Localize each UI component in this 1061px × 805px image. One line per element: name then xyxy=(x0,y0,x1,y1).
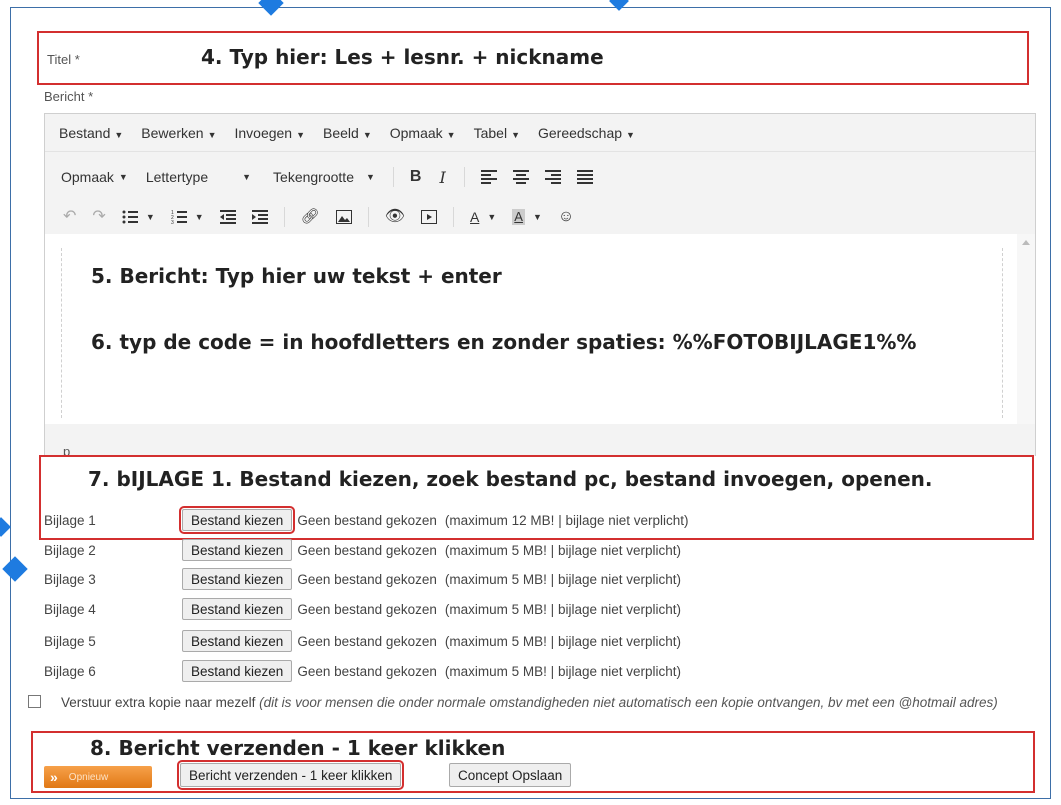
bestand-kiezen-button[interactable]: Bestand kiezen xyxy=(182,539,293,561)
text-color-dropdown-icon[interactable]: ▼ xyxy=(487,209,496,225)
text-color-icon[interactable]: A xyxy=(470,209,479,225)
file-note: (maximum 5 MB! | bijlage niet verplicht) xyxy=(444,571,682,587)
toolbar-separator xyxy=(463,167,465,187)
bestand-kiezen-button[interactable]: Bestand kiezen xyxy=(182,568,293,590)
bijlage-row: Bijlage 2 Bestand kiezen Geen bestand ge… xyxy=(44,539,681,561)
bestand-kiezen-button[interactable]: Bestand kiezen xyxy=(182,660,293,682)
file-status: Geen bestand gekozen xyxy=(297,601,437,617)
double-chevron-icon: » xyxy=(50,769,58,785)
bijlage-label: Bijlage 1 xyxy=(44,512,96,528)
content-border-left xyxy=(61,248,62,418)
file-note: (maximum 5 MB! | bijlage niet verplicht) xyxy=(444,542,682,558)
file-status: Geen bestand gekozen xyxy=(297,571,437,587)
italic-button[interactable]: I xyxy=(439,168,445,187)
link-icon[interactable]: 🔗︎ xyxy=(301,209,320,225)
bijlage-row: Bijlage 4 Bestand kiezen Geen bestand ge… xyxy=(44,598,681,620)
undo-icon[interactable]: ↶ xyxy=(63,209,76,225)
bijlage-label: Bijlage 6 xyxy=(44,663,96,679)
bijlage-row: Bijlage 1 Bestand kiezen Geen bestand ge… xyxy=(44,506,689,534)
menu-opmaak[interactable]: Opmaak ▼ xyxy=(390,125,456,141)
kopie-note: (dit is voor mensen die onder normale om… xyxy=(259,695,998,710)
svg-text:3: 3 xyxy=(171,220,174,224)
outdent-icon[interactable] xyxy=(219,210,236,224)
file-status: Geen bestand gekozen xyxy=(297,633,437,649)
opnieuw-button[interactable]: » Opnieuw xyxy=(44,766,152,788)
toolbar-separator xyxy=(283,207,285,227)
toolbar-separator xyxy=(392,167,394,187)
bijlage-annotation: 7. bIJLAGE 1. Bestand kiezen, zoek besta… xyxy=(88,467,933,491)
format-dropdown[interactable]: Opmaak ▼ xyxy=(61,169,128,185)
menu-bewerken[interactable]: Bewerken ▼ xyxy=(141,125,216,141)
menu-invoegen[interactable]: Invoegen ▼ xyxy=(234,125,305,141)
preview-eye-icon[interactable]: 👁︎ xyxy=(385,209,405,225)
menu-gereedschap[interactable]: Gereedschap ▼ xyxy=(538,125,635,141)
verzenden-annotation: 8. Bericht verzenden - 1 keer klikken xyxy=(90,736,506,760)
titel-annotation: 4. Typ hier: Les + lesnr. + nickname xyxy=(201,45,604,69)
bijlage-label: Bijlage 3 xyxy=(44,571,96,587)
content-border-right xyxy=(1002,248,1003,418)
kopie-checkbox[interactable] xyxy=(28,695,41,708)
kopie-label: Verstuur extra kopie naar mezelf xyxy=(61,695,256,710)
editor-toolbar-insert: ↶ ↷ ▼ 123 ▼ 🔗︎ 👁︎ A ▼ A ▼ ☺ xyxy=(45,202,1035,232)
bericht-label: Bericht * xyxy=(44,89,94,104)
media-icon[interactable] xyxy=(421,210,438,224)
emoticon-icon[interactable]: ☺ xyxy=(558,209,574,225)
align-left-icon[interactable] xyxy=(480,170,497,184)
bijlage-row: Bijlage 5 Bestand kiezen Geen bestand ge… xyxy=(44,630,681,652)
editor-menubar: Bestand ▼ Bewerken ▼ Invoegen ▼ Beeld ▼ Opma… xyxy=(45,114,1035,152)
file-note: (maximum 5 MB! | bijlage niet verplicht) xyxy=(444,601,682,617)
background-color-dropdown-icon[interactable]: ▼ xyxy=(533,209,542,225)
bijlage-label: Bijlage 4 xyxy=(44,601,96,617)
bijlage-label: Bijlage 2 xyxy=(44,542,96,558)
align-justify-icon[interactable] xyxy=(576,170,593,184)
content-line-2: 6. typ de code = in hoofdletters en zond… xyxy=(91,330,917,354)
file-note: (maximum 5 MB! | bijlage niet verplicht) xyxy=(444,633,682,649)
kopie-row: Verstuur extra kopie naar mezelf (dit is… xyxy=(28,694,1038,712)
content-line-1: 5. Bericht: Typ hier uw tekst + enter xyxy=(91,264,502,288)
bijlage-label: Bijlage 5 xyxy=(44,633,96,649)
bullet-list-dropdown-icon[interactable]: ▼ xyxy=(146,209,155,225)
bijlage-row: Bijlage 6 Bestand kiezen Geen bestand ge… xyxy=(44,660,681,682)
fontsize-dropdown[interactable]: Tekengrootte ▼ xyxy=(273,169,375,185)
scroll-up-icon[interactable] xyxy=(1022,240,1030,245)
toolbar-separator xyxy=(367,207,369,227)
opnieuw-label: Opnieuw xyxy=(68,771,109,783)
file-note: (maximum 5 MB! | bijlage niet verplicht) xyxy=(444,663,682,679)
numbered-list-icon[interactable]: 123 xyxy=(171,210,187,224)
bestand-kiezen-button[interactable]: Bestand kiezen xyxy=(182,630,293,652)
align-center-icon[interactable] xyxy=(512,170,529,184)
titel-label: Titel * xyxy=(47,52,80,67)
menu-beeld[interactable]: Beeld ▼ xyxy=(323,125,372,141)
rich-text-editor: Bestand ▼ Bewerken ▼ Invoegen ▼ Beeld ▼ Opma… xyxy=(44,113,1036,505)
background-color-icon[interactable]: A xyxy=(512,209,525,225)
numbered-list-dropdown-icon[interactable]: ▼ xyxy=(195,209,204,225)
file-status: Geen bestand gekozen xyxy=(297,512,437,528)
bericht-verzenden-button[interactable]: Bericht verzenden - 1 keer klikken xyxy=(176,760,405,790)
editor-scrollbar[interactable] xyxy=(1017,234,1035,424)
editor-content-area[interactable]: 5. Bericht: Typ hier uw tekst + enter 6.… xyxy=(45,234,1017,424)
file-status: Geen bestand gekozen xyxy=(297,542,437,558)
font-dropdown[interactable]: Lettertype ▼ xyxy=(146,169,251,185)
menu-bestand[interactable]: Bestand ▼ xyxy=(59,125,123,141)
file-status: Geen bestand gekozen xyxy=(297,663,437,679)
bestand-kiezen-button[interactable]: Bestand kiezen xyxy=(182,598,293,620)
toolbar-separator xyxy=(453,207,455,227)
bijlage-row: Bijlage 3 Bestand kiezen Geen bestand ge… xyxy=(44,568,681,590)
redo-icon[interactable]: ↷ xyxy=(92,209,105,225)
bold-button[interactable]: B xyxy=(410,168,422,186)
file-note: (maximum 12 MB! | bijlage niet verplicht… xyxy=(444,512,689,528)
concept-opslaan-button[interactable]: Concept Opslaan xyxy=(449,763,572,787)
image-icon[interactable] xyxy=(335,210,352,224)
bullet-list-icon[interactable] xyxy=(122,210,138,224)
align-right-icon[interactable] xyxy=(544,170,561,184)
indent-icon[interactable] xyxy=(251,210,268,224)
menu-tabel[interactable]: Tabel ▼ xyxy=(474,125,520,141)
editor-toolbar-format: Opmaak ▼ Lettertype ▼ Tekengrootte ▼ B I xyxy=(45,162,1035,192)
bestand-kiezen-button[interactable]: Bestand kiezen xyxy=(178,506,296,534)
